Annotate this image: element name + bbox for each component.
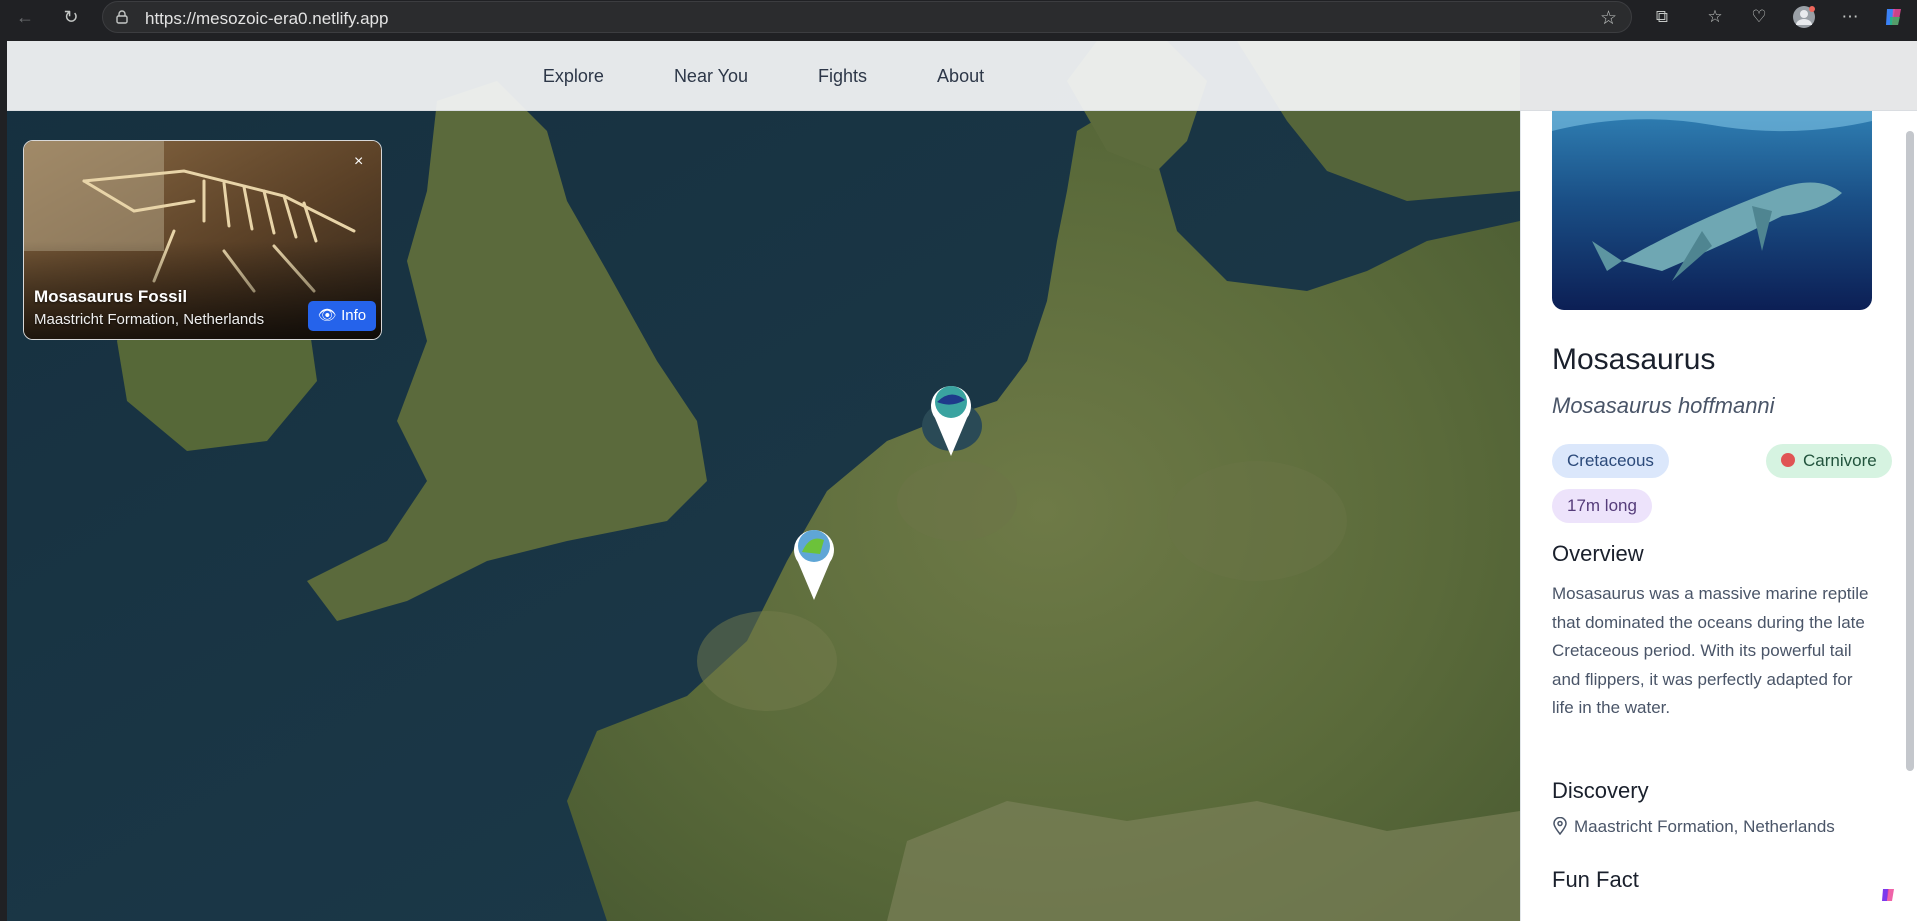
nav-about[interactable]: About: [902, 41, 1019, 111]
reload-icon[interactable]: ↻: [58, 4, 84, 30]
meat-icon: [1781, 453, 1795, 467]
nav-fights[interactable]: Fights: [783, 41, 902, 111]
overview-heading: Overview: [1552, 541, 1644, 566]
discovery-location: Maastricht Formation, Netherlands: [1552, 817, 1835, 837]
close-icon[interactable]: ×: [354, 153, 363, 171]
page: × Mosasaurus Fossil Maastricht Formation…: [7, 41, 1917, 921]
diet-badge: Carnivore: [1766, 444, 1892, 478]
discovery-location-text: Maastricht Formation, Netherlands: [1574, 817, 1835, 836]
heart-pulse-icon[interactable]: ♡: [1747, 5, 1771, 29]
copilot-icon[interactable]: [1882, 5, 1906, 29]
location-pin-icon: [1553, 817, 1567, 835]
url-text: https://mesozoic-era0.netlify.app: [145, 9, 389, 28]
satellite-map[interactable]: × Mosasaurus Fossil Maastricht Formation…: [7, 41, 1520, 921]
info-button[interactable]: 👁 Info: [308, 301, 376, 331]
discovery-heading: Discovery: [1552, 778, 1649, 803]
diet-badge-label: Carnivore: [1803, 451, 1877, 470]
popup-location: Maastricht Formation, Netherlands: [34, 311, 265, 328]
mosasaurus-map-marker[interactable]: [927, 378, 975, 458]
eye-icon: 👁: [317, 307, 337, 324]
overview-text: Mosasaurus was a massive marine reptile …: [1552, 584, 1869, 717]
dinosaur-map-marker[interactable]: [790, 522, 838, 602]
sparkle-icon[interactable]: [1875, 881, 1903, 909]
scientific-name: Mosasaurus hoffmanni: [1552, 393, 1775, 418]
favorites-icon[interactable]: ☆: [1703, 5, 1727, 29]
avatar-icon[interactable]: [1792, 5, 1816, 29]
popup-title: Mosasaurus Fossil: [34, 287, 188, 306]
puzzle-icon[interactable]: ⧉: [1650, 5, 1674, 29]
species-name: Mosasaurus: [1552, 343, 1716, 376]
period-badge: Cretaceous: [1552, 444, 1669, 478]
more-icon[interactable]: ⋯: [1838, 5, 1862, 29]
address-bar[interactable]: https://mesozoic-era0.netlify.app ☆: [102, 1, 1632, 33]
info-button-label: Info: [341, 307, 367, 324]
lock-icon: [116, 10, 128, 24]
nav-near-you[interactable]: Near You: [639, 41, 783, 111]
browser-toolbar: ← ↻ https://mesozoic-era0.netlify.app ☆ …: [0, 0, 1917, 34]
fossil-popup-card[interactable]: × Mosasaurus Fossil Maastricht Formation…: [23, 140, 382, 340]
panel-scrollbar[interactable]: [1906, 131, 1914, 771]
species-detail-panel[interactable]: Mosasaurus Mosasaurus hoffmanni Cretaceo…: [1520, 111, 1917, 921]
nav-explore[interactable]: Explore: [508, 41, 639, 111]
star-icon[interactable]: ☆: [1600, 7, 1617, 30]
mosasaurus-hero-image: [1552, 111, 1872, 310]
fun-fact-heading: Fun Fact: [1552, 867, 1639, 892]
top-navigation: Explore Near You Fights About: [7, 41, 1917, 111]
length-badge: 17m long: [1552, 489, 1652, 523]
back-icon[interactable]: ←: [12, 4, 38, 30]
